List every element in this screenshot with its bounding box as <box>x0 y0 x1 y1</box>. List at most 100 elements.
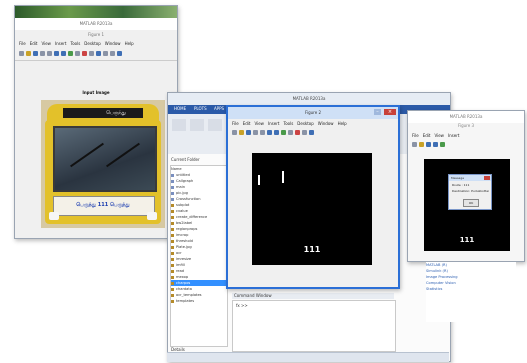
current-folder-label: Current Folder <box>171 157 200 162</box>
figure-window-2: Figure 2 – × File Edit View Insert Tools Desk… <box>226 105 400 289</box>
bus-headlight-right <box>147 212 157 220</box>
menu-file[interactable]: File <box>19 41 26 46</box>
figure3-number: 111 <box>459 236 475 244</box>
zoom-in-icon[interactable] <box>267 130 272 135</box>
menu-edit[interactable]: Edit <box>243 121 251 126</box>
zoom-in-icon[interactable] <box>54 51 59 56</box>
menu-desktop[interactable]: Desktop <box>84 41 101 46</box>
figure2-toolbar <box>228 128 398 137</box>
dialog-route-text: Route : 111 <box>452 183 470 187</box>
data-cursor-icon[interactable] <box>82 51 87 56</box>
menu-file[interactable]: File <box>232 121 239 126</box>
rotate-icon[interactable] <box>288 130 293 135</box>
open-icon[interactable] <box>26 51 31 56</box>
legend-icon[interactable] <box>110 51 115 56</box>
menu-view[interactable]: View <box>434 133 444 138</box>
menu-help[interactable]: Help <box>125 41 134 46</box>
menu-help[interactable]: Help <box>338 121 347 126</box>
window-title: MATLAB R2013a <box>15 18 177 30</box>
menu-insert[interactable]: Insert <box>268 121 279 126</box>
pan-icon[interactable] <box>68 51 73 56</box>
data-cursor-icon[interactable] <box>295 130 300 135</box>
message-dialog: Message Route : 111 Destination: Pudukko… <box>448 174 492 210</box>
bus-headlight-left <box>49 212 59 220</box>
menu-tools[interactable]: Tools <box>283 121 293 126</box>
command-window-label: Command Window <box>232 293 394 299</box>
ribbon-button-1[interactable] <box>172 119 186 131</box>
binary-image-axes: 111 <box>252 153 372 265</box>
tab-home[interactable]: HOME <box>174 106 186 112</box>
menu-insert[interactable]: Insert <box>448 133 459 138</box>
bus-banner-text: பெருந்து <box>106 110 126 116</box>
menu-desktop[interactable]: Desktop <box>297 121 314 126</box>
menu-window[interactable]: Window <box>318 121 334 126</box>
menu-edit[interactable]: Edit <box>423 133 431 138</box>
menu-edit[interactable]: Edit <box>30 41 38 46</box>
close-button[interactable]: × <box>384 109 396 115</box>
save-icon[interactable] <box>246 130 251 135</box>
zoom-out-icon[interactable] <box>274 130 279 135</box>
bus-sign-text: பெருந்து 111 பெருந்து <box>76 202 130 208</box>
menu-window[interactable]: Window <box>105 41 121 46</box>
new-figure-icon[interactable] <box>412 142 417 147</box>
figure3-subtitle: Figure 3 <box>457 123 475 128</box>
bus-image: பெருந்து பெருந்து 111 பெருந்து <box>41 100 165 228</box>
figure3-menu-bar: File Edit View Insert <box>408 131 524 140</box>
brush-icon[interactable] <box>89 51 94 56</box>
axes-title: Input Image <box>82 90 110 95</box>
menu-insert[interactable]: Insert <box>55 41 66 46</box>
menu-view[interactable]: View <box>41 41 51 46</box>
noise-blob-2 <box>282 171 284 183</box>
dialog-destination-text: Destination: Pudukkottai <box>452 189 489 193</box>
dialog-ok-button[interactable]: OK <box>463 199 479 207</box>
ribbon-button-2[interactable] <box>190 119 204 131</box>
noise-blob-1 <box>258 175 260 185</box>
menu-view[interactable]: View <box>254 121 264 126</box>
menu-bar: File Edit View Insert Tools Desktop Window Help <box>15 39 177 48</box>
dialog-close-button[interactable] <box>484 176 490 180</box>
figure3-title: MATLAB R2013a <box>408 111 524 123</box>
menu-file[interactable]: File <box>412 133 419 138</box>
menu-tools[interactable]: Tools <box>70 41 80 46</box>
colorbar-icon[interactable] <box>103 51 108 56</box>
print-icon[interactable] <box>253 130 258 135</box>
zoom-out-icon[interactable] <box>61 51 66 56</box>
open-icon[interactable] <box>419 142 424 147</box>
figure2-menu-bar: File Edit View Insert Tools Desktop Window Help <box>228 119 398 128</box>
plot-tools-icon[interactable] <box>117 51 122 56</box>
ribbon-button-3[interactable] <box>208 119 222 131</box>
open-icon[interactable] <box>239 130 244 135</box>
pan-icon[interactable] <box>440 142 445 147</box>
tab-apps[interactable]: APPS <box>214 106 224 112</box>
new-figure-icon[interactable] <box>19 51 24 56</box>
figure2-title: Figure 2 <box>228 107 398 119</box>
link-icon[interactable] <box>96 51 101 56</box>
minimize-button[interactable]: – <box>374 109 381 115</box>
links-panel: MATLAB (R) Simulink (R) Image Processing… <box>426 262 516 322</box>
zoom-in-icon[interactable] <box>433 142 438 147</box>
link-icon[interactable] <box>309 130 314 135</box>
print-icon[interactable] <box>40 51 45 56</box>
bus-windshield <box>53 126 157 192</box>
save-icon[interactable] <box>426 142 431 147</box>
rotate-icon[interactable] <box>75 51 80 56</box>
arrow-icon[interactable] <box>260 130 265 135</box>
new-figure-icon[interactable] <box>232 130 237 135</box>
pan-icon[interactable] <box>281 130 286 135</box>
command-window[interactable]: fx >> <box>232 300 396 352</box>
list-item[interactable]: templates <box>171 298 227 304</box>
figure3-toolbar <box>408 140 524 149</box>
tab-plots[interactable]: PLOTS <box>194 106 207 112</box>
save-icon[interactable] <box>33 51 38 56</box>
desktop-wallpaper-strip <box>15 6 177 18</box>
brush-icon[interactable] <box>302 130 307 135</box>
taskbar <box>167 352 449 362</box>
figure-title: Figure 1 <box>87 32 105 37</box>
command-prompt: fx >> <box>236 303 248 308</box>
link-item[interactable]: Statistics <box>426 286 516 292</box>
arrow-icon[interactable] <box>47 51 52 56</box>
figure-toolbar <box>15 49 177 58</box>
matlab-window-input: MATLAB R2013a Figure 1 File Edit View Inser… <box>14 5 178 239</box>
dialog-title: Message <box>451 176 465 180</box>
desktop-title: MATLAB R2013a <box>168 93 450 105</box>
